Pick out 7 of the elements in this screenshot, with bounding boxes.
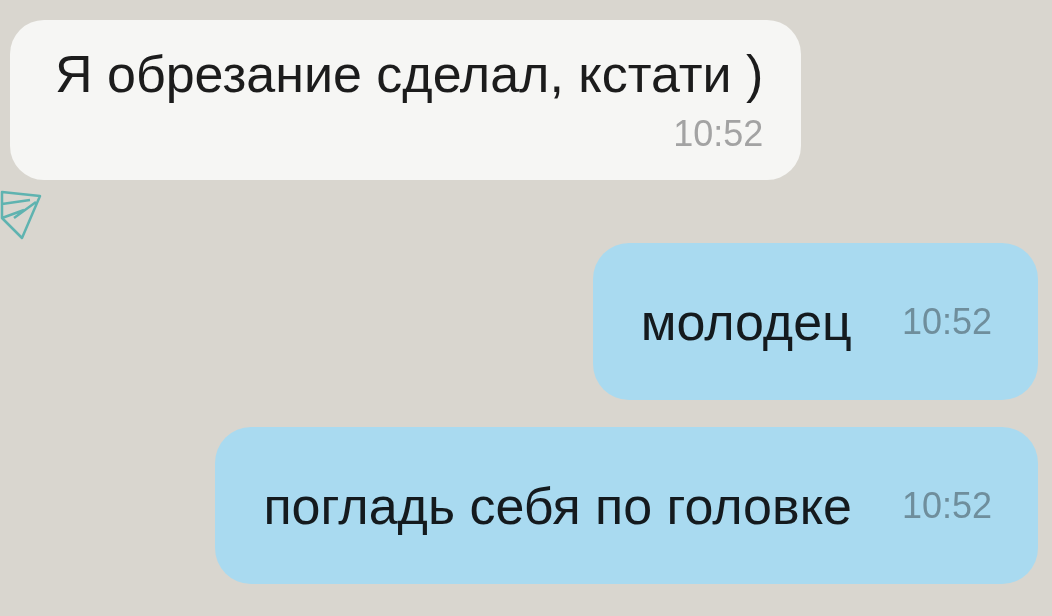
message-text: погладь себя по головке xyxy=(263,475,852,536)
message-text: молодец xyxy=(640,291,852,352)
message-time: 10:52 xyxy=(901,485,992,526)
message-time: 10:52 xyxy=(673,114,764,154)
message-time: 10:52 xyxy=(901,301,992,342)
doodle-icon xyxy=(0,190,42,240)
message-text: Я обрезание сделал, кстати ) xyxy=(55,44,764,104)
